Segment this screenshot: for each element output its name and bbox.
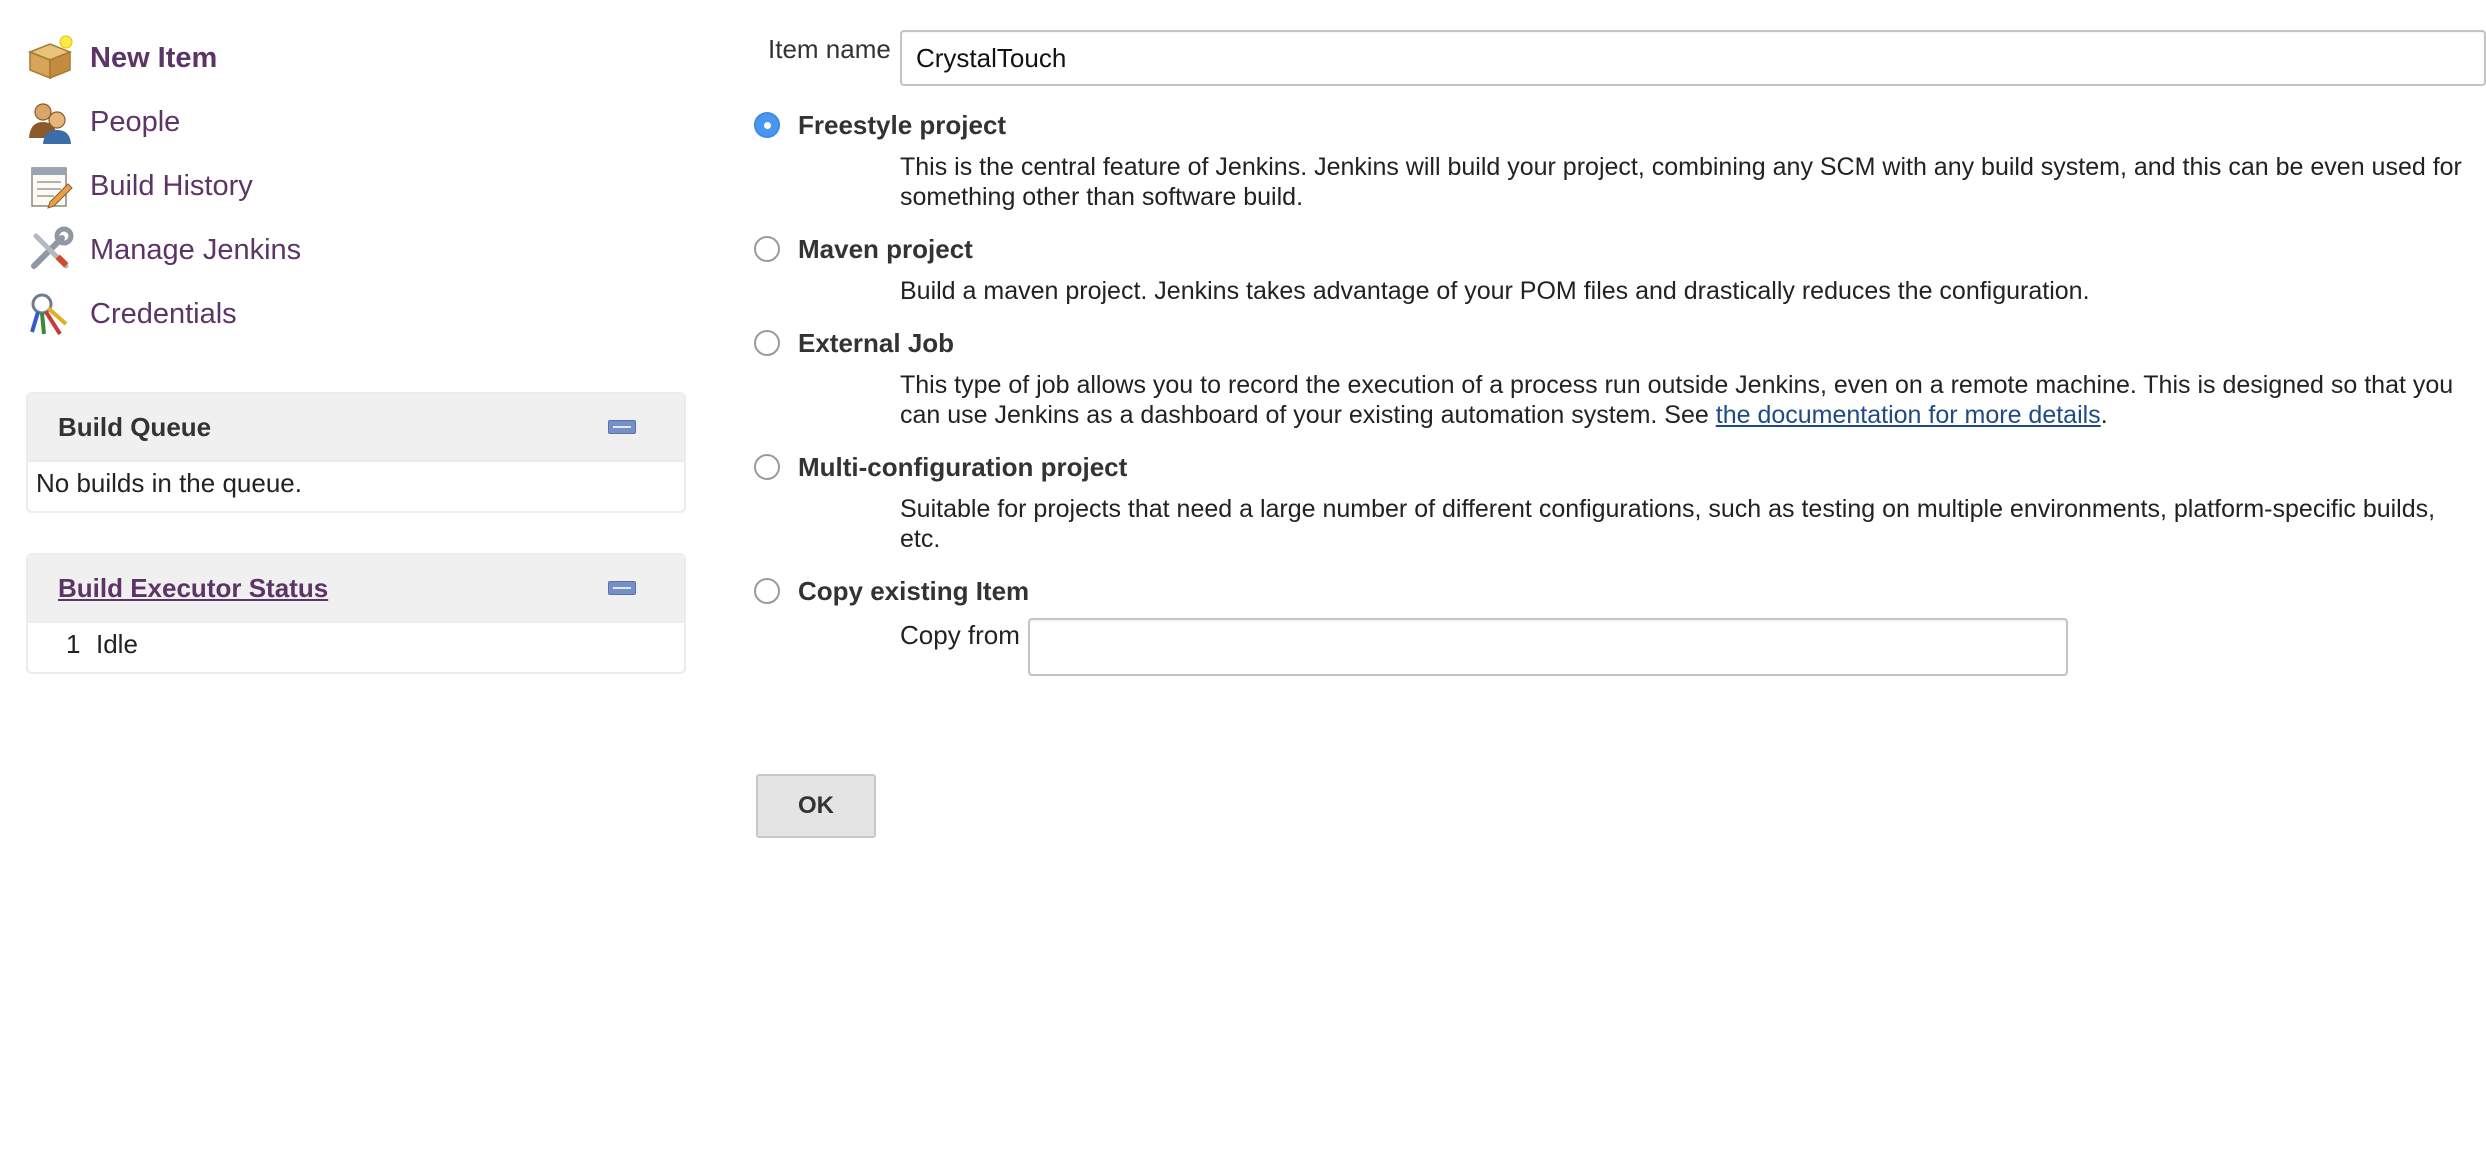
sidebar-item-credentials[interactable]: Credentials xyxy=(26,282,686,346)
option-multi-configuration-project: Multi-configuration project Suitable for… xyxy=(750,450,2486,554)
copy-from-input[interactable] xyxy=(1028,618,2068,676)
build-history-icon xyxy=(31,167,73,209)
sidebar-item-label: New Item xyxy=(90,41,218,74)
credentials-icon xyxy=(30,293,68,336)
option-description-text: This type of job allows you to record th… xyxy=(900,371,2454,429)
executor-state: Idle xyxy=(96,629,138,659)
option-freestyle-project: Freestyle project This is the central fe… xyxy=(750,108,2486,212)
manage-jenkins-icon xyxy=(31,226,74,269)
build-queue-empty-text: No builds in the queue. xyxy=(36,468,302,498)
copy-existing-item-radio[interactable] xyxy=(754,578,780,604)
freestyle-project-radio[interactable] xyxy=(754,112,780,138)
sidebar-item-label: Build History xyxy=(90,169,253,202)
option-description: This is the central feature of Jenkins. … xyxy=(900,153,2462,211)
item-name-input[interactable] xyxy=(900,30,2486,86)
option-description: This type of job allows you to record th… xyxy=(900,370,2470,430)
item-type-options: Freestyle project This is the central fe… xyxy=(750,108,2486,676)
multi-configuration-project-radio[interactable] xyxy=(754,454,780,480)
executor-number: 1 xyxy=(66,629,81,659)
side-panel: New Item People Build History Manage Jen… xyxy=(26,26,686,674)
build-queue-pane: Build Queue No builds in the queue. xyxy=(26,392,686,513)
collapse-icon[interactable] xyxy=(608,581,636,595)
new-item-icon xyxy=(27,35,73,80)
option-title[interactable]: Freestyle project xyxy=(798,110,1006,141)
option-title[interactable]: Maven project xyxy=(798,234,973,265)
option-title[interactable]: External Job xyxy=(798,328,954,359)
copy-from-row: Copy from xyxy=(900,618,2486,676)
executor-row: 1 Idle xyxy=(36,629,676,660)
collapse-icon[interactable] xyxy=(608,420,636,434)
new-item-form: Item name Freestyle project This is the … xyxy=(750,30,2486,838)
executor-list: 1 Idle xyxy=(28,623,684,672)
item-name-row: Item name xyxy=(750,30,2486,86)
people-icon xyxy=(29,103,71,144)
item-name-label: Item name xyxy=(768,34,891,64)
external-job-radio[interactable] xyxy=(754,330,780,356)
sidebar-item-label: Credentials xyxy=(90,297,237,330)
sidebar-item-new-item[interactable]: New Item xyxy=(26,26,686,90)
sidebar-item-people[interactable]: People xyxy=(26,90,686,154)
option-description: Build a maven project. Jenkins takes adv… xyxy=(900,277,2090,305)
build-executor-status-header: Build Executor Status xyxy=(28,555,684,623)
sidebar-item-label: People xyxy=(90,105,181,138)
build-executor-status-pane: Build Executor Status 1 Idle xyxy=(26,553,686,674)
option-copy-existing-item: Copy existing Item Copy from xyxy=(750,574,2486,676)
option-title[interactable]: Multi-configuration project xyxy=(798,452,1127,483)
maven-project-radio[interactable] xyxy=(754,236,780,262)
option-description-end: . xyxy=(2100,401,2108,429)
option-title[interactable]: Copy existing Item xyxy=(798,576,1029,607)
sidebar-item-build-history[interactable]: Build History xyxy=(26,154,686,218)
copy-from-label: Copy from xyxy=(900,620,1020,650)
sidebar-item-label: Manage Jenkins xyxy=(90,233,302,266)
option-description: Suitable for projects that need a large … xyxy=(900,495,2436,553)
build-queue-title: Build Queue xyxy=(58,411,212,442)
build-queue-header: Build Queue xyxy=(28,394,684,462)
ok-button[interactable]: OK xyxy=(756,774,876,838)
option-maven-project: Maven project Build a maven project. Jen… xyxy=(750,232,2486,306)
option-external-job: External Job This type of job allows you… xyxy=(750,326,2486,430)
documentation-link[interactable]: the documentation for more details xyxy=(1716,401,2101,429)
sidebar-item-manage-jenkins[interactable]: Manage Jenkins xyxy=(26,218,686,282)
build-executor-status-link[interactable]: Build Executor Status xyxy=(58,573,328,604)
